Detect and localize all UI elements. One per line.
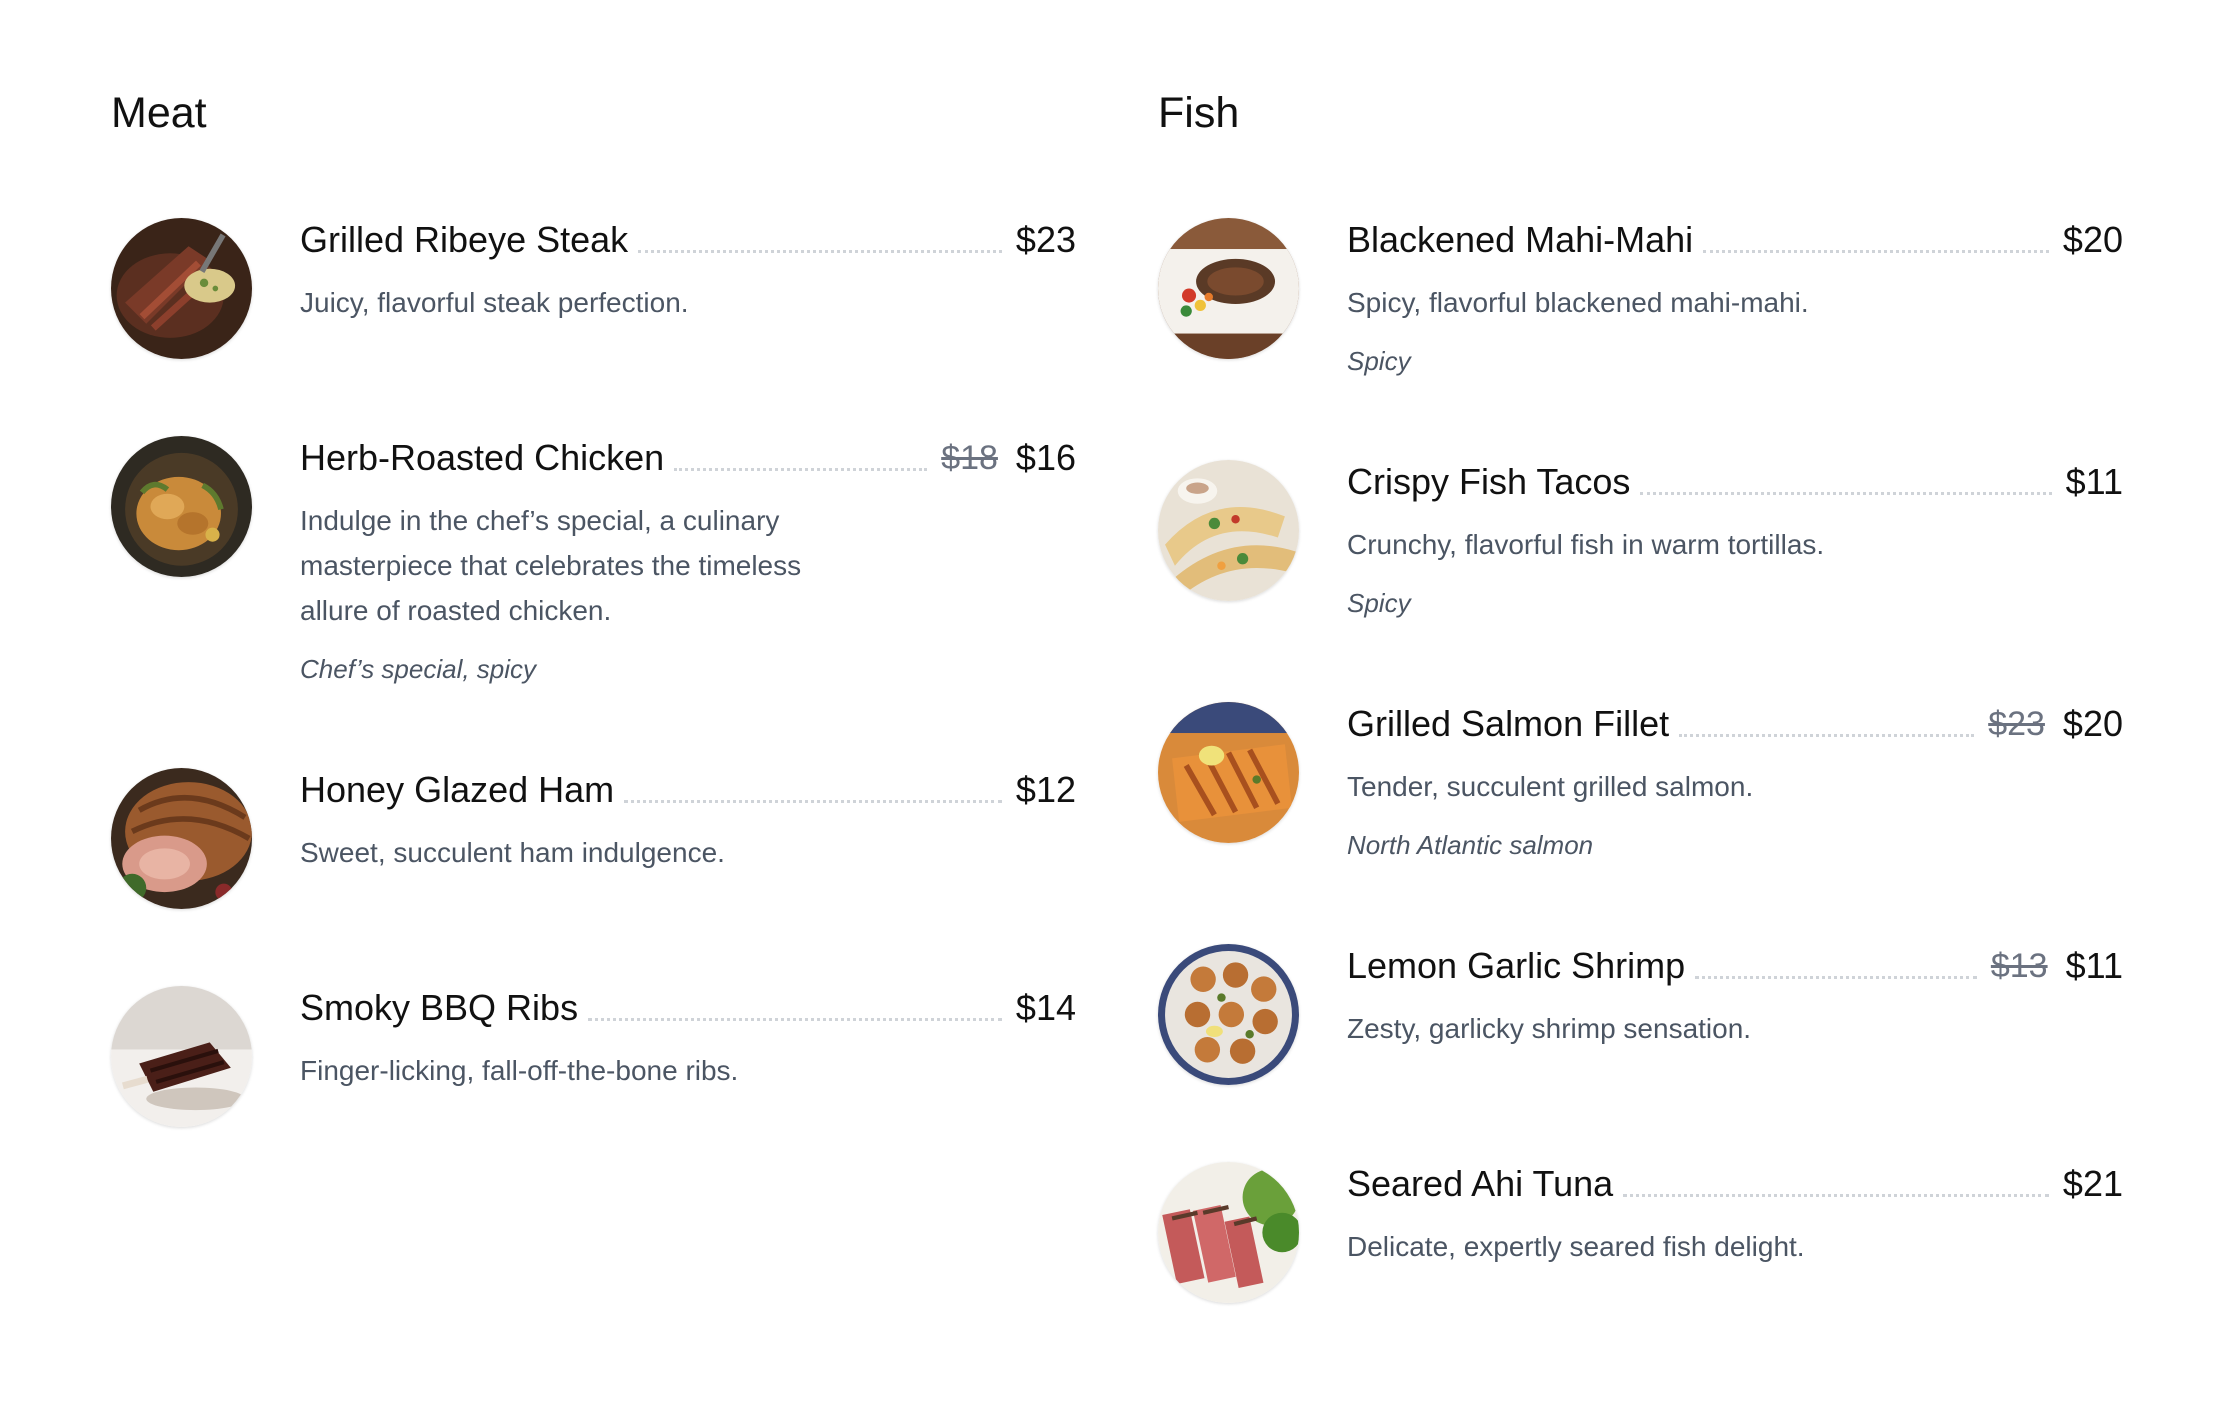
menu-item-description: Juicy, flavorful steak perfection. bbox=[300, 287, 689, 318]
menu-item-note: Spicy bbox=[1347, 346, 1411, 376]
menu-item-name: Herb-Roasted Chicken bbox=[300, 437, 665, 478]
menu-item-description: Finger-licking, fall-off-the-bone ribs. bbox=[300, 1055, 739, 1086]
menu-item-price: $23 bbox=[1015, 219, 1076, 260]
section-title-meat: Meat bbox=[111, 89, 207, 137]
menu-item-title-row: Grilled Salmon Fillet $23 $20 bbox=[1347, 700, 2123, 746]
menu-item-price: $21 bbox=[2062, 1163, 2123, 1204]
menu-item-note: North Atlantic salmon bbox=[1347, 830, 1594, 860]
menu-item-old-price: $23 bbox=[1988, 705, 2045, 743]
mahi-mahi-photo bbox=[1158, 218, 1299, 359]
menu-item-name: Grilled Ribeye Steak bbox=[300, 219, 629, 260]
menu-item-price: $20 bbox=[2062, 703, 2123, 744]
menu-item-title-row: Blackened Mahi-Mahi $20 bbox=[1347, 216, 2123, 262]
menu-item-description: Spicy, flavorful blackened mahi-mahi. bbox=[1347, 287, 1809, 318]
menu-item-body: Lemon Garlic Shrimp $13 $11 Zesty, garli… bbox=[1347, 942, 2123, 1051]
menu-item-price: $11 bbox=[2065, 945, 2123, 986]
menu-item-body: Grilled Ribeye Steak $23 Juicy, flavorfu… bbox=[300, 216, 1076, 325]
roast-chicken-photo bbox=[111, 436, 252, 577]
menu-item-name: Smoky BBQ Ribs bbox=[300, 987, 579, 1028]
dotted-leader bbox=[624, 800, 1002, 803]
menu-item-name: Seared Ahi Tuna bbox=[1347, 1163, 1614, 1204]
menu-item-description: Crunchy, flavorful fish in warm tortilla… bbox=[1347, 529, 1825, 560]
menu-item-title-row: Lemon Garlic Shrimp $13 $11 bbox=[1347, 942, 2123, 988]
menu-item-name: Lemon Garlic Shrimp bbox=[1347, 945, 1686, 986]
menu-item-body: Smoky BBQ Ribs $14 Finger-licking, fall-… bbox=[300, 984, 1076, 1093]
dotted-leader bbox=[1623, 1194, 2049, 1197]
menu-item-name: Crispy Fish Tacos bbox=[1347, 461, 1631, 502]
menu-item-description: Tender, succulent grilled salmon. bbox=[1347, 771, 1754, 802]
menu-item-price: $16 bbox=[1015, 437, 1076, 478]
tuna-photo bbox=[1158, 1162, 1299, 1303]
menu-item-description: Sweet, succulent ham indulgence. bbox=[300, 837, 725, 868]
menu-item-price: $11 bbox=[2065, 461, 2123, 502]
menu-item-note: Chef’s special, spicy bbox=[300, 654, 537, 684]
menu-item-body: Seared Ahi Tuna $21 Delicate, expertly s… bbox=[1347, 1160, 2123, 1269]
menu-item-name: Honey Glazed Ham bbox=[300, 769, 615, 810]
menu-item-title-row: Honey Glazed Ham $12 bbox=[300, 766, 1076, 812]
dotted-leader bbox=[1640, 492, 2052, 495]
menu-item-description: Zesty, garlicky shrimp sensation. bbox=[1347, 1013, 1752, 1044]
ham-photo bbox=[111, 768, 252, 909]
menu-item-name: Blackened Mahi-Mahi bbox=[1347, 219, 1694, 260]
menu-item-description: Delicate, expertly seared fish delight. bbox=[1347, 1231, 1805, 1262]
menu-item-price: $14 bbox=[1015, 987, 1076, 1028]
shrimp-photo bbox=[1158, 944, 1299, 1085]
menu-item-old-price: $18 bbox=[941, 439, 998, 477]
menu-item-title-row: Smoky BBQ Ribs $14 bbox=[300, 984, 1076, 1030]
menu-item-body: Honey Glazed Ham $12 Sweet, succulent ha… bbox=[300, 766, 1076, 875]
menu-item-body: Crispy Fish Tacos $11 Crunchy, flavorful… bbox=[1347, 458, 2123, 621]
menu-item-title-row: Seared Ahi Tuna $21 bbox=[1347, 1160, 2123, 1206]
dotted-leader bbox=[674, 468, 928, 471]
dotted-leader bbox=[1703, 250, 2049, 253]
menu-item-description: Indulge in the chef’s special, a culinar… bbox=[300, 505, 802, 626]
menu-item-title-row: Crispy Fish Tacos $11 bbox=[1347, 458, 2123, 504]
fish-tacos-photo bbox=[1158, 460, 1299, 601]
menu-item-body: Herb-Roasted Chicken $18 $16 Indulge in … bbox=[300, 434, 1076, 687]
section-title-fish: Fish bbox=[1158, 89, 1240, 137]
menu-item-price: $20 bbox=[2062, 219, 2123, 260]
dotted-leader bbox=[588, 1018, 1002, 1021]
dotted-leader bbox=[1695, 976, 1977, 979]
menu-item-title-row: Grilled Ribeye Steak $23 bbox=[300, 216, 1076, 262]
steak-photo bbox=[111, 218, 252, 359]
menu-page: Meat Grilled Ribeye Steak $23 Juicy, fla… bbox=[0, 0, 2238, 1426]
menu-item-body: Blackened Mahi-Mahi $20 Spicy, flavorful… bbox=[1347, 216, 2123, 379]
menu-item-note: Spicy bbox=[1347, 588, 1411, 618]
menu-item-name: Grilled Salmon Fillet bbox=[1347, 703, 1670, 744]
ribs-photo bbox=[111, 986, 252, 1127]
menu-item-body: Grilled Salmon Fillet $23 $20 Tender, su… bbox=[1347, 700, 2123, 863]
salmon-photo bbox=[1158, 702, 1299, 843]
menu-item-price: $12 bbox=[1015, 769, 1076, 810]
menu-item-old-price: $13 bbox=[1990, 947, 2048, 985]
dotted-leader bbox=[638, 250, 1002, 253]
dotted-leader bbox=[1679, 734, 1975, 737]
menu-item-title-row: Herb-Roasted Chicken $18 $16 bbox=[300, 434, 1076, 480]
